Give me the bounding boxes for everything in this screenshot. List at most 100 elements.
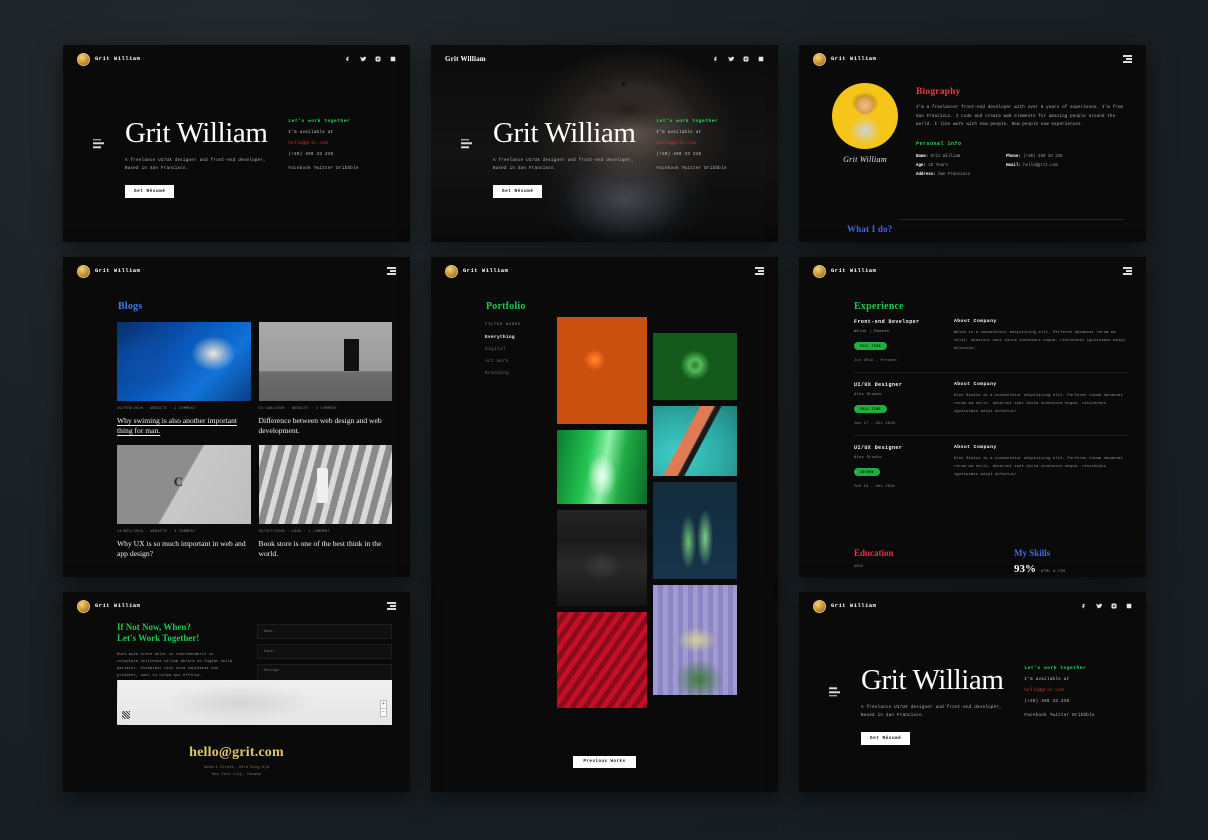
topbar: Grit William	[63, 592, 410, 620]
blog-title[interactable]: Why UX is so much important in web and a…	[117, 539, 251, 560]
brand-logo[interactable]: Grit William	[77, 599, 140, 613]
brand-logo[interactable]: Grit William	[445, 55, 486, 63]
blog-title[interactable]: Book store is one of the best think in t…	[259, 539, 393, 560]
menu-toggle-icon[interactable]	[387, 602, 396, 610]
hero-social-links[interactable]: Facebook Twitter Dribbble	[288, 167, 382, 171]
name-input[interactable]: Name	[257, 624, 392, 639]
hero-work-together-label: Let's work together	[288, 119, 351, 124]
about-company-title: About Company	[954, 319, 997, 324]
brand-name: Grit William	[445, 55, 486, 63]
skill-label: HTML & CSS	[1041, 570, 1066, 574]
filter-art-work[interactable]: Art Work	[485, 359, 547, 364]
instagram-icon	[743, 56, 749, 62]
info-value[interactable]: hello@grit.com	[1023, 164, 1057, 168]
blog-title[interactable]: Difference between web design and web de…	[259, 416, 393, 437]
brand-name: Grit William	[95, 56, 141, 62]
instagram-icon	[375, 56, 381, 62]
experience-list: Front-end Developer Weloh | Remote FULL …	[854, 319, 1128, 507]
skill-percent: 93%	[1014, 563, 1036, 575]
social-links[interactable]	[1081, 603, 1132, 609]
preview-hero-dark-alt[interactable]: Grit William Grit William A freelance UI…	[799, 592, 1146, 792]
side-menu-toggle[interactable]	[829, 687, 840, 697]
hero-email[interactable]: hello@grit.com	[1024, 689, 1118, 693]
biography-title: Biography	[916, 87, 961, 97]
menu-toggle-icon[interactable]	[1123, 55, 1132, 63]
menu-toggle-icon[interactable]	[387, 267, 396, 275]
job-role: UI/UX Designer	[854, 382, 903, 388]
portfolio-item-dark-speaker[interactable]	[557, 510, 647, 606]
portfolio-item-red-fabric[interactable]	[557, 612, 647, 708]
topbar: Grit William	[431, 45, 778, 73]
portfolio-item-orange-slices[interactable]	[557, 317, 647, 424]
hero-right: Let's work together I'm available at hel…	[288, 119, 382, 171]
portfolio-item-succulent[interactable]	[653, 333, 737, 400]
brand-name: Grit William	[95, 268, 141, 274]
brand-name: Grit William	[831, 268, 877, 274]
previous-works-button[interactable]: Previous Works	[573, 756, 636, 768]
brand-logo[interactable]: Grit William	[77, 264, 141, 278]
hero-social-links[interactable]: Facebook Twitter Dribbble	[1024, 714, 1118, 718]
brand-logo[interactable]: Grit William	[77, 52, 141, 66]
preview-portfolio[interactable]: Grit William Portfolio FILTER WORKS Ever…	[431, 257, 778, 792]
blog-card[interactable]: 14/DEC/2019 · WEBSITE · 3 COMMENT Why UX…	[117, 444, 251, 560]
preview-hero-dark[interactable]: Grit William Grit William A freelance UI…	[63, 45, 410, 242]
menu-toggle-icon[interactable]	[1123, 267, 1132, 275]
dribbble-icon	[1126, 603, 1132, 609]
info-label: Age:	[916, 163, 926, 168]
info-label: Phone:	[1006, 154, 1021, 159]
blog-title[interactable]: Why swiming is also another important th…	[117, 416, 251, 437]
blog-card[interactable]: 02/JAN/2020 · WEBSITE · 2 COMMENT Differ…	[258, 322, 393, 437]
experience-bottom: Education 2019 My Skills 93% HTML & CSS	[854, 548, 1128, 575]
get-resume-button[interactable]: Get Résumé	[861, 731, 911, 745]
hero-work-together-label: Let's work together	[656, 119, 719, 124]
brand-logo[interactable]: Grit William	[445, 264, 508, 278]
hero-content: Grit William A freelance UI/UX designer …	[125, 119, 382, 198]
signature: Grit William	[843, 155, 887, 164]
filter-works-label: FILTER WORKS	[485, 323, 521, 327]
portrait-photo	[832, 83, 898, 149]
portfolio-body: FILTER WORKS Everything Digital Art Work…	[485, 317, 762, 782]
personal-info-columns: Name: Grit William Age: 26 Years Address…	[916, 153, 1124, 180]
blog-card[interactable]: 25/OCT/2019 · CASE · 1 COMMENT Book stor…	[258, 444, 393, 560]
brand-avatar-icon	[813, 264, 826, 278]
social-links[interactable]	[713, 56, 764, 62]
experience-left: UI/UX Designer Alex Studio FULL TIME Jan…	[854, 382, 928, 426]
brand-logo[interactable]: Grit William	[813, 264, 877, 278]
menu-toggle-icon[interactable]	[755, 267, 764, 275]
hero-email[interactable]: hello@grit.com	[656, 142, 750, 146]
get-resume-button[interactable]: Get Résumé	[125, 184, 175, 198]
contact-map[interactable]: + −	[117, 680, 392, 725]
preview-contact[interactable]: Grit William If Not Now, When? Let's Wor…	[63, 592, 410, 792]
preview-experience[interactable]: Grit William Experience Front-end Develo…	[799, 257, 1146, 577]
personal-info-title: Personal Info	[916, 140, 962, 147]
brand-logo[interactable]: Grit William	[813, 52, 876, 66]
footer-email[interactable]: hello@grit.com	[63, 745, 410, 761]
portfolio-item-vine-plant[interactable]	[653, 482, 737, 579]
brand-logo[interactable]: Grit William	[813, 599, 876, 613]
filter-branding[interactable]: Branding	[485, 371, 547, 376]
experience-right: About Company Weloh is a consectetur adi…	[954, 319, 1128, 363]
email-input[interactable]: Email	[257, 644, 392, 659]
hero-email[interactable]: hello@grit.com	[288, 142, 382, 146]
contact-footer: hello@grit.com Robert Street, 23rd Ring …	[63, 745, 410, 778]
blog-meta: 29/FEB/2020 · WEBSITE · 1 COMMENT	[117, 407, 196, 411]
map-zoom-out-button[interactable]: −	[381, 708, 386, 716]
portfolio-item-bicycle-wheel[interactable]	[653, 406, 737, 476]
hero-social-links[interactable]: Facebook Twitter Dribbble	[656, 167, 750, 171]
filter-everything[interactable]: Everything	[485, 335, 547, 340]
social-links[interactable]	[345, 56, 396, 62]
map-zoom-in-button[interactable]: +	[381, 701, 386, 708]
portfolio-item-hanging-planters[interactable]	[653, 585, 737, 695]
hero-available-label: I'm available at	[1024, 678, 1070, 682]
preview-hero-photo[interactable]: Grit William Grit William A freelance UI…	[431, 45, 778, 242]
portfolio-item-green-hallway[interactable]	[557, 430, 647, 504]
map-zoom-controls[interactable]: + −	[380, 700, 387, 717]
side-menu-toggle[interactable]	[93, 138, 104, 149]
preview-blogs[interactable]: Grit William Blogs 29/FEB/2020 · WEBSITE…	[63, 257, 410, 577]
side-menu-toggle[interactable]	[461, 138, 472, 149]
preview-biography[interactable]: Grit William Grit William Biography I'm …	[799, 45, 1146, 242]
topbar: Grit William	[63, 45, 410, 73]
get-resume-button[interactable]: Get Résumé	[493, 184, 543, 198]
blog-card[interactable]: 29/FEB/2020 · WEBSITE · 1 COMMENT Why sw…	[117, 322, 251, 437]
filter-digital[interactable]: Digital	[485, 347, 547, 352]
